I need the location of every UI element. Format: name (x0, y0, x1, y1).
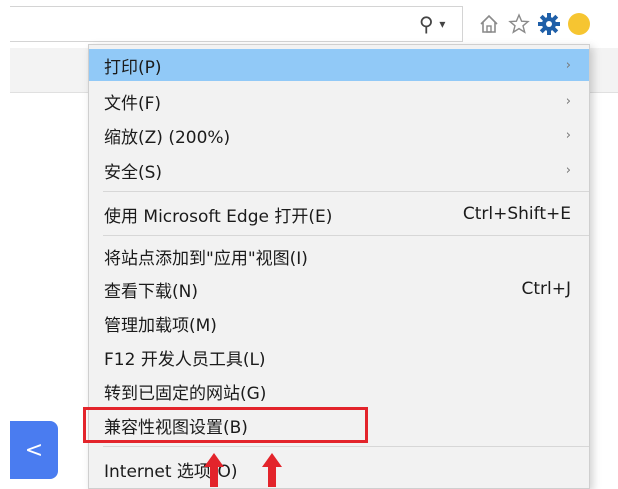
menu-item-view-downloads[interactable]: 查看下载(N) Ctrl+J (89, 273, 589, 305)
smiley-icon[interactable] (568, 13, 590, 35)
menu-separator (103, 191, 589, 192)
arrow-up-icon (204, 453, 224, 487)
menu-item-safety[interactable]: 安全(S) › (89, 154, 589, 186)
menu-item-label: 安全(S) (104, 162, 163, 183)
submenu-arrow-icon: › (565, 57, 571, 73)
submenu-arrow-icon: › (565, 162, 571, 178)
menu-item-shortcut: Ctrl+J (521, 279, 571, 299)
menu-item-shortcut: Ctrl+Shift+E (462, 204, 571, 224)
menu-item-zoom[interactable]: 缩放(Z) (200%) › (89, 119, 589, 151)
menu-item-dev-tools[interactable]: F12 开发人员工具(L) (89, 341, 589, 373)
address-bar[interactable]: ⚲ ▾ (10, 6, 463, 42)
menu-item-add-site-to-apps[interactable]: 将站点添加到"应用"视图(I) (89, 240, 589, 272)
menu-item-print[interactable]: 打印(P) › (89, 49, 589, 81)
gear-icon[interactable] (536, 11, 562, 37)
toolbar-icons (476, 10, 592, 38)
browser-toolbar: ⚲ ▾ (10, 0, 618, 48)
menu-item-label: Internet 选项(O) (104, 461, 238, 482)
chevron-down-icon[interactable]: ▾ (439, 17, 445, 31)
menu-item-label: F12 开发人员工具(L) (104, 349, 266, 370)
menu-item-label: 管理加载项(M) (104, 315, 217, 336)
menu-item-file[interactable]: 文件(F) › (89, 85, 589, 117)
menu-item-label: 查看下载(N) (104, 281, 198, 302)
menu-item-label: 缩放(Z) (200%) (104, 127, 231, 148)
menu-item-label: 将站点添加到"应用"视图(I) (104, 248, 308, 269)
menu-item-label: 文件(F) (104, 93, 162, 114)
highlight-box (83, 407, 368, 443)
menu-item-label: 转到已固定的网站(G) (104, 383, 267, 404)
menu-separator (103, 235, 589, 236)
menu-item-internet-options[interactable]: Internet 选项(O) (89, 453, 589, 485)
arrow-up-icon (262, 453, 282, 487)
menu-item-manage-addons[interactable]: 管理加载项(M) (89, 307, 589, 339)
search-button[interactable]: ⚲ ▾ (410, 11, 454, 37)
menu-item-label: 打印(P) (104, 57, 162, 78)
submenu-arrow-icon: › (565, 127, 571, 143)
menu-item-open-in-edge[interactable]: 使用 Microsoft Edge 打开(E) Ctrl+Shift+E (89, 198, 589, 230)
search-icon: ⚲ (418, 12, 434, 36)
menu-item-pinned-sites[interactable]: 转到已固定的网站(G) (89, 375, 589, 407)
menu-separator (103, 446, 589, 447)
chevron-left-icon: < (24, 437, 44, 463)
home-icon[interactable] (476, 11, 502, 37)
submenu-arrow-icon: › (565, 93, 571, 109)
star-icon[interactable] (506, 11, 532, 37)
menu-item-label: 使用 Microsoft Edge 打开(E) (104, 206, 333, 227)
side-button[interactable]: < (10, 421, 58, 479)
